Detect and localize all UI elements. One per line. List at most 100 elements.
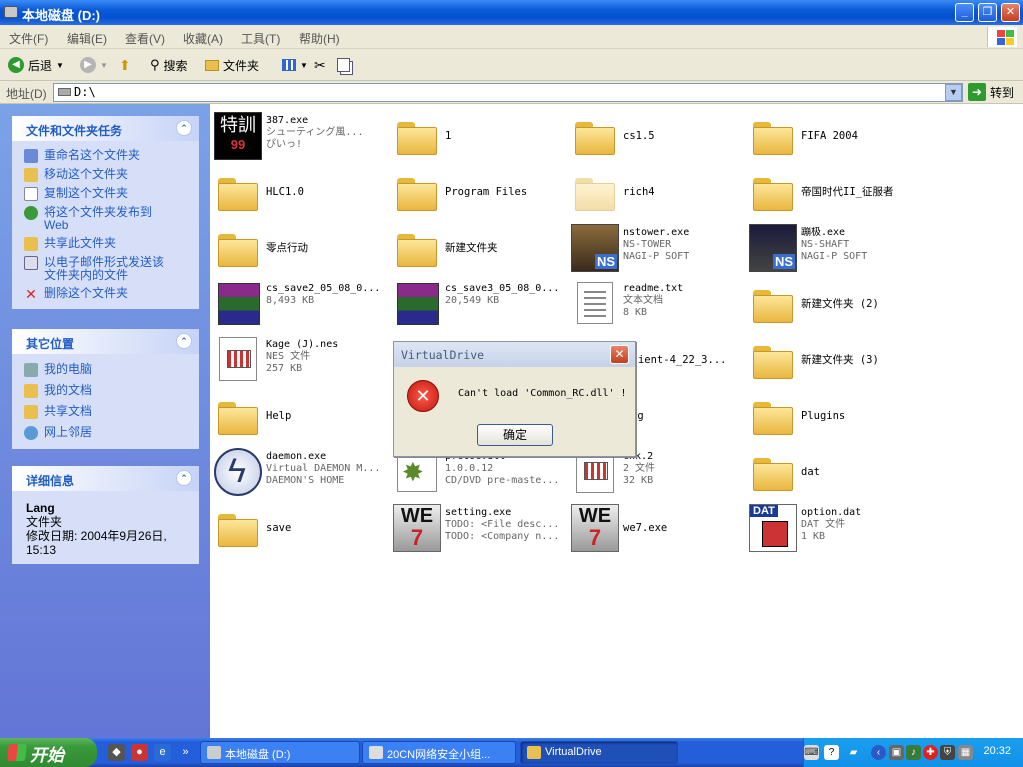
task-local-disk[interactable]: 本地磁盘 (D:) [200,741,360,764]
share-folder-link[interactable]: 共享此文件夹 [24,237,193,251]
toolbar: ◀ 后退 ▼ ▶ ▼ ⬆ ⚲ 搜索 文件夹 ▼ ✂ [0,49,1023,81]
task-virtualdrive[interactable]: VirtualDrive [520,741,678,764]
folder-item-program-files[interactable]: Program Files [393,166,571,220]
file-size: 8,493 KB [266,295,315,306]
delete-folder-link[interactable]: ✕ 删除这个文件夹 [24,286,193,302]
folder-item-rich4[interactable]: rich4 [571,166,749,220]
other-places-title: 其它位置 [26,337,75,351]
collapse-icon[interactable]: ⌃ [176,120,192,136]
menu-view[interactable]: 查看(V) [125,30,165,47]
go-arrow-icon: ➜ [968,83,986,101]
help-icon[interactable]: ? [824,745,839,760]
folder-item-dat[interactable]: dat [749,446,927,500]
copy-button[interactable] [337,55,350,75]
file-item-kage-nes[interactable]: Kage (J).nes NES 文件 257 KB [214,334,392,388]
antivirus-icon[interactable]: ✚ [923,745,938,760]
close-button[interactable]: ✕ [1001,3,1020,22]
folder-item-help[interactable]: Help [214,390,392,444]
folder-item-new-folder-2[interactable]: 新建文件夹 (2) [749,278,927,332]
file-item-we7-exe[interactable]: WE 7 we7.exe [571,502,749,556]
file-tasks-header[interactable]: 文件和文件夹任务 ⌃ [12,116,199,141]
folder-item-plugins[interactable]: Plugins [749,390,927,444]
volume-icon[interactable]: ♪ [906,745,921,760]
menu-edit[interactable]: 编辑(E) [67,30,107,47]
dialog-titlebar[interactable]: VirtualDrive ✕ [394,342,635,367]
scissors-icon: ✂ [314,56,326,73]
go-button[interactable]: ➜ 转到 [968,83,1014,101]
file-item-readme[interactable]: readme.txt 文本文档 8 KB [571,278,749,332]
rename-icon [24,149,38,163]
copy-folder-link[interactable]: 复制这个文件夹 [24,187,193,201]
maximize-button[interactable]: ❐ [978,3,997,22]
menu-help[interactable]: 帮助(H) [299,30,340,47]
internet-explorer-icon[interactable]: e [154,744,171,761]
globe-icon [24,206,38,220]
my-documents-link[interactable]: 我的文档 [24,384,193,398]
collapse-icon[interactable]: ⌃ [176,333,192,349]
address-input[interactable]: D:\ [53,83,963,102]
network-places-link[interactable]: 网上邻居 [24,426,193,440]
my-computer-link[interactable]: 我的电脑 [24,363,193,377]
folder-item-new-folder[interactable]: 新建文件夹 [393,222,571,276]
minimize-button[interactable]: _ [955,3,974,22]
file-item-387-exe[interactable]: 特訓 99 387.exe シューティング風... ぴいっ! [214,110,392,164]
start-button[interactable]: 开始 [0,738,97,767]
windows-logo-icon [987,27,1017,47]
folder-item-save[interactable]: save [214,502,392,556]
chevron-left-icon[interactable]: ‹ [871,745,886,760]
collapse-icon[interactable]: ⌃ [176,470,192,486]
move-folder-link[interactable]: 移动这个文件夹 [24,168,193,182]
views-button[interactable]: ▼ [282,55,308,75]
dialog-close-button[interactable]: ✕ [610,345,629,364]
folder-item-cs15[interactable]: cs1.5 [571,110,749,164]
up-folder-button[interactable]: ⬆ [119,55,131,75]
details-title: 详细信息 [26,474,75,488]
copy-icon [24,187,38,201]
quicklaunch-app-icon[interactable]: ◆ [108,744,125,761]
menu-tools[interactable]: 工具(T) [241,30,280,47]
publish-web-link[interactable]: 将这个文件夹发布到 Web [24,206,193,232]
folder-item-zero-action[interactable]: 零点行动 [214,222,392,276]
folder-item-new-folder-3[interactable]: 新建文件夹 (3) [749,334,927,388]
file-item-cs-save3[interactable]: cs_save3_05_08_0... 20,549 KB [393,278,571,332]
menu-file[interactable]: 文件(F) [9,30,48,47]
window-titlebar[interactable]: 本地磁盘 (D:) _ ❐ ✕ [0,0,1023,25]
other-places-header[interactable]: 其它位置 ⌃ [12,329,199,354]
language-bar-icon[interactable]: ▰ [846,745,861,760]
grid-icon[interactable]: ▦ [958,745,973,760]
keyboard-icon[interactable]: ⌨ [804,745,819,760]
file-item-cs-save2[interactable]: cs_save2_05_08_0... 8,493 KB [214,278,392,332]
email-files-link[interactable]: 以电子邮件形式发送该文件夹内的文件 [24,256,193,282]
folder-item-1[interactable]: 1 [393,110,571,164]
file-name: dat [801,466,820,478]
folder-icon [527,746,541,759]
folders-button[interactable]: 文件夹 [205,55,259,75]
details-header[interactable]: 详细信息 ⌃ [12,466,199,491]
address-dropdown-button[interactable]: ▼ [945,84,962,101]
file-item-setting-exe[interactable]: WE 7 setting.exe TODO: <File desc... TODO: … [393,502,571,556]
file-item-daemon[interactable]: daemon.exeVirtual DAEMON M...DAEMON'S HO… [214,446,392,500]
folder-icon [393,112,441,160]
task-20cn[interactable]: 20CN网络安全小组... [362,741,516,764]
chevron-right-icon[interactable]: » [177,744,194,761]
forward-button[interactable]: ▶ ▼ [80,55,108,75]
file-item-option-dat[interactable]: DAT option.dat DAT 文件 1 KB [749,502,927,556]
menu-favorites[interactable]: 收藏(A) [183,30,223,47]
search-button[interactable]: ⚲ 搜索 [150,55,188,75]
other-places-panel: 其它位置 ⌃ 我的电脑 我的文档 共享文档 网上邻居 [12,329,199,449]
back-button[interactable]: ◀ 后退 ▼ [8,55,64,75]
link-label: 删除这个文件夹 [44,286,129,300]
cut-button[interactable]: ✂ [314,55,326,75]
file-item-nstower[interactable]: NS nstower.exe NS-TOWER NAGI-P SOFT [571,222,749,276]
folder-item-aoe2[interactable]: 帝国时代II_征服者 [749,166,927,220]
network-icon[interactable]: ▣ [889,745,904,760]
shared-documents-link[interactable]: 共享文档 [24,405,193,419]
rename-folder-link[interactable]: 重命名这个文件夹 [24,149,193,163]
folder-item-hlc10[interactable]: HLC1.0 [214,166,392,220]
ok-button[interactable]: 确定 [477,424,553,446]
folder-item-fifa2004[interactable]: FIFA 2004 [749,110,927,164]
qq-icon[interactable]: ● [131,744,148,761]
file-size: 257 KB [266,363,303,374]
shield-icon[interactable]: ⛨ [940,745,955,760]
file-item-nsshaft[interactable]: NS 蹦极.exe NS-SHAFT NAGI-P SOFT [749,222,927,276]
